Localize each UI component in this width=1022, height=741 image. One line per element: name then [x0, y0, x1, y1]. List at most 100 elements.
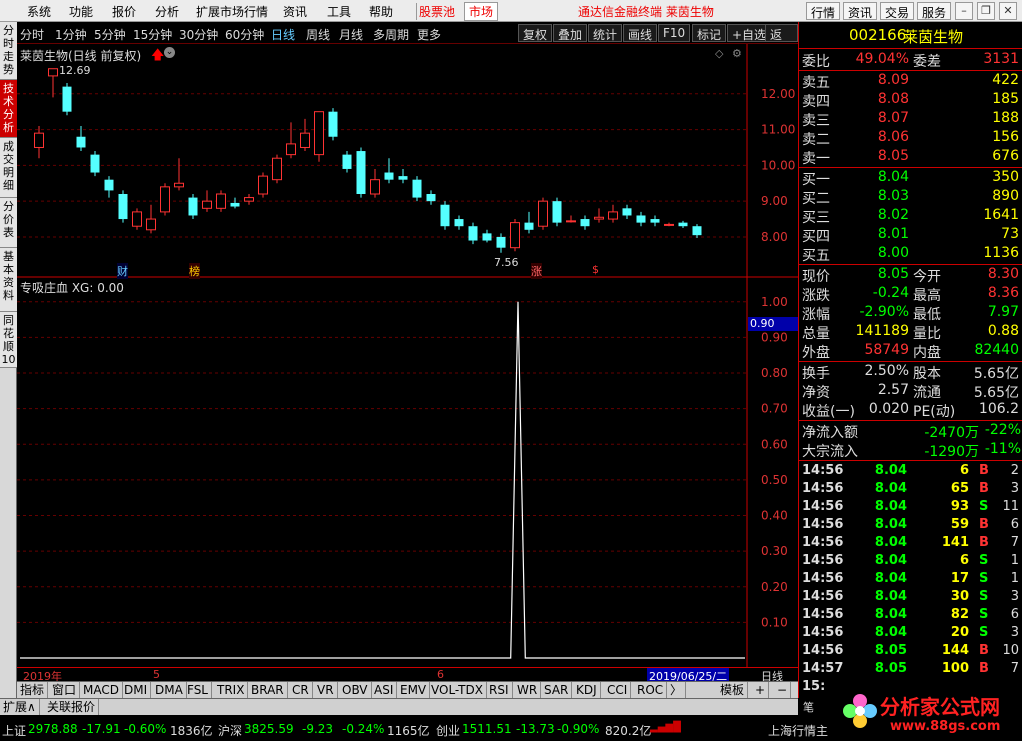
tick-price: 8.04	[874, 535, 907, 550]
period-multi[interactable]: 多周期	[373, 26, 409, 43]
period-30min[interactable]: 30分钟	[179, 26, 218, 43]
nav-ths10[interactable]: 同花顺10	[0, 312, 17, 368]
candle-body	[552, 201, 562, 223]
menu-help[interactable]: 帮助	[369, 3, 393, 20]
menu-system[interactable]: 系统	[27, 3, 51, 20]
candle-body	[314, 111, 324, 156]
candle-body	[426, 194, 436, 202]
chevron-right-icon[interactable]: 〉	[667, 682, 687, 698]
btn-quote[interactable]: 行情	[806, 2, 841, 20]
btn-f10[interactable]: F10	[658, 24, 691, 42]
tab-dma[interactable]: DMA	[152, 682, 187, 698]
btn-news[interactable]: 资讯	[843, 2, 878, 20]
period-monthly[interactable]: 月线	[339, 26, 363, 43]
nav-price-table[interactable]: 分价表	[0, 198, 17, 248]
nav-fundamentals[interactable]: 基本资料	[0, 248, 17, 312]
tab-dmi[interactable]: DMI	[121, 682, 152, 698]
period-weekly[interactable]: 周线	[306, 26, 330, 43]
btn-stats[interactable]: 统计	[588, 24, 623, 42]
chevron-down-icon[interactable]: ⌄	[164, 47, 175, 58]
bid-label: 买五	[802, 248, 830, 264]
btn-zoom-out[interactable]: −	[774, 682, 792, 698]
menu-tools[interactable]: 工具	[327, 3, 351, 20]
tick-count: 6	[1010, 517, 1019, 532]
btn-adjust[interactable]: 复权	[518, 24, 553, 42]
btn-draw[interactable]: 画线	[623, 24, 658, 42]
tab-kdj[interactable]: KDJ	[573, 682, 601, 698]
tab-related-quote[interactable]: 关联报价	[44, 699, 100, 715]
nav-trade-detail[interactable]: 成交明细	[0, 138, 17, 198]
menu-news[interactable]: 资讯	[283, 3, 307, 20]
tab-brar[interactable]: BRAR	[248, 682, 288, 698]
menu-market[interactable]: 市场	[464, 2, 499, 21]
tab-expand[interactable]: 扩展∧	[0, 699, 40, 715]
period-5min[interactable]: 5分钟	[94, 26, 126, 43]
close-icon[interactable]: ✕	[999, 2, 1017, 20]
tab-obv[interactable]: OBV	[339, 682, 372, 698]
tab-vr[interactable]: VR	[314, 682, 338, 698]
tick-price: 8.04	[874, 589, 907, 604]
settings-icon[interactable]: ⚙	[732, 47, 742, 60]
period-more[interactable]: 更多	[417, 26, 441, 43]
btn-service[interactable]: 服务	[917, 2, 952, 20]
btn-back[interactable]: 返回	[765, 24, 798, 59]
nav-technical[interactable]: 技术分析	[0, 80, 17, 138]
tab-fsl[interactable]: FSL	[184, 682, 212, 698]
ticker-pct-sh: -0.60%	[124, 722, 167, 736]
tick-price: 8.04	[874, 607, 907, 622]
tab-ticks[interactable]: 笔	[803, 699, 814, 715]
candle-body	[286, 143, 296, 156]
expand-bar: 扩展∧ 关联报价	[0, 698, 798, 715]
tab-roc[interactable]: ROC	[634, 682, 668, 698]
tick-volume: 30	[950, 589, 969, 604]
ticker-chg-hs: -9.23	[302, 722, 334, 736]
bid-row: 买一 8.04 350	[799, 169, 1022, 188]
tab-cci[interactable]: CCI	[604, 682, 632, 698]
ind-ytick-label: 0.40	[761, 509, 788, 523]
tab-wr[interactable]: WR	[514, 682, 542, 698]
period-intraday[interactable]: 分时	[20, 26, 44, 43]
minimize-icon[interactable]: –	[955, 2, 973, 20]
tick-volume: 65	[950, 481, 969, 496]
tick-count: 11	[1002, 499, 1019, 514]
restore-icon[interactable]: ❐	[977, 2, 995, 20]
marker-dollar[interactable]: $	[592, 263, 599, 276]
chart-svg[interactable]: 8.00 9.00 10.00 11.00 12.00 0.10 0.20 0.30 0.40…	[17, 44, 798, 667]
btn-overlay[interactable]: 叠加	[553, 24, 588, 42]
tab-asi[interactable]: ASI	[371, 682, 398, 698]
marker-board[interactable]: 榜	[189, 263, 200, 279]
marker-limit[interactable]: 涨	[531, 263, 542, 279]
tab-indicator[interactable]: 指标	[17, 682, 49, 698]
tab-vol-tdx[interactable]: VOL-TDX	[428, 682, 487, 698]
diamond-icon[interactable]: ◇	[715, 47, 723, 60]
fund-label: 股本	[913, 366, 941, 382]
btn-template[interactable]: 模板	[717, 682, 749, 698]
tab-cr[interactable]: CR	[289, 682, 313, 698]
candle-body	[370, 179, 380, 195]
period-daily[interactable]: 日线	[271, 26, 295, 43]
menu-extended-market[interactable]: 扩展市场行情	[196, 3, 268, 20]
candle-body	[594, 216, 604, 220]
tab-window[interactable]: 窗口	[49, 682, 81, 698]
period-1min[interactable]: 1分钟	[55, 26, 87, 43]
tab-trix[interactable]: TRIX	[214, 682, 249, 698]
menu-quote[interactable]: 报价	[112, 3, 136, 20]
tab-rsi[interactable]: RSI	[486, 682, 513, 698]
ind-ytick-label: 0.10	[761, 615, 788, 629]
flow-value: -1290万	[924, 444, 979, 460]
btn-zoom-in[interactable]: +	[752, 682, 770, 698]
stat-value: 8.05	[877, 266, 909, 282]
btn-trade[interactable]: 交易	[880, 2, 915, 20]
tick-volume: 6	[959, 463, 969, 478]
menu-function[interactable]: 功能	[69, 3, 93, 20]
nav-intraday[interactable]: 分时走势	[0, 22, 17, 80]
marker-finance[interactable]: 财	[117, 263, 128, 279]
tab-macd[interactable]: MACD	[80, 682, 123, 698]
btn-mark[interactable]: 标记	[692, 24, 727, 42]
menu-analysis[interactable]: 分析	[155, 3, 179, 20]
period-15min[interactable]: 15分钟	[133, 26, 172, 43]
period-60min[interactable]: 60分钟	[225, 26, 264, 43]
menu-stock-pool[interactable]: 股票池	[416, 3, 455, 20]
tab-sar[interactable]: SAR	[541, 682, 573, 698]
tab-emv[interactable]: EMV	[397, 682, 431, 698]
